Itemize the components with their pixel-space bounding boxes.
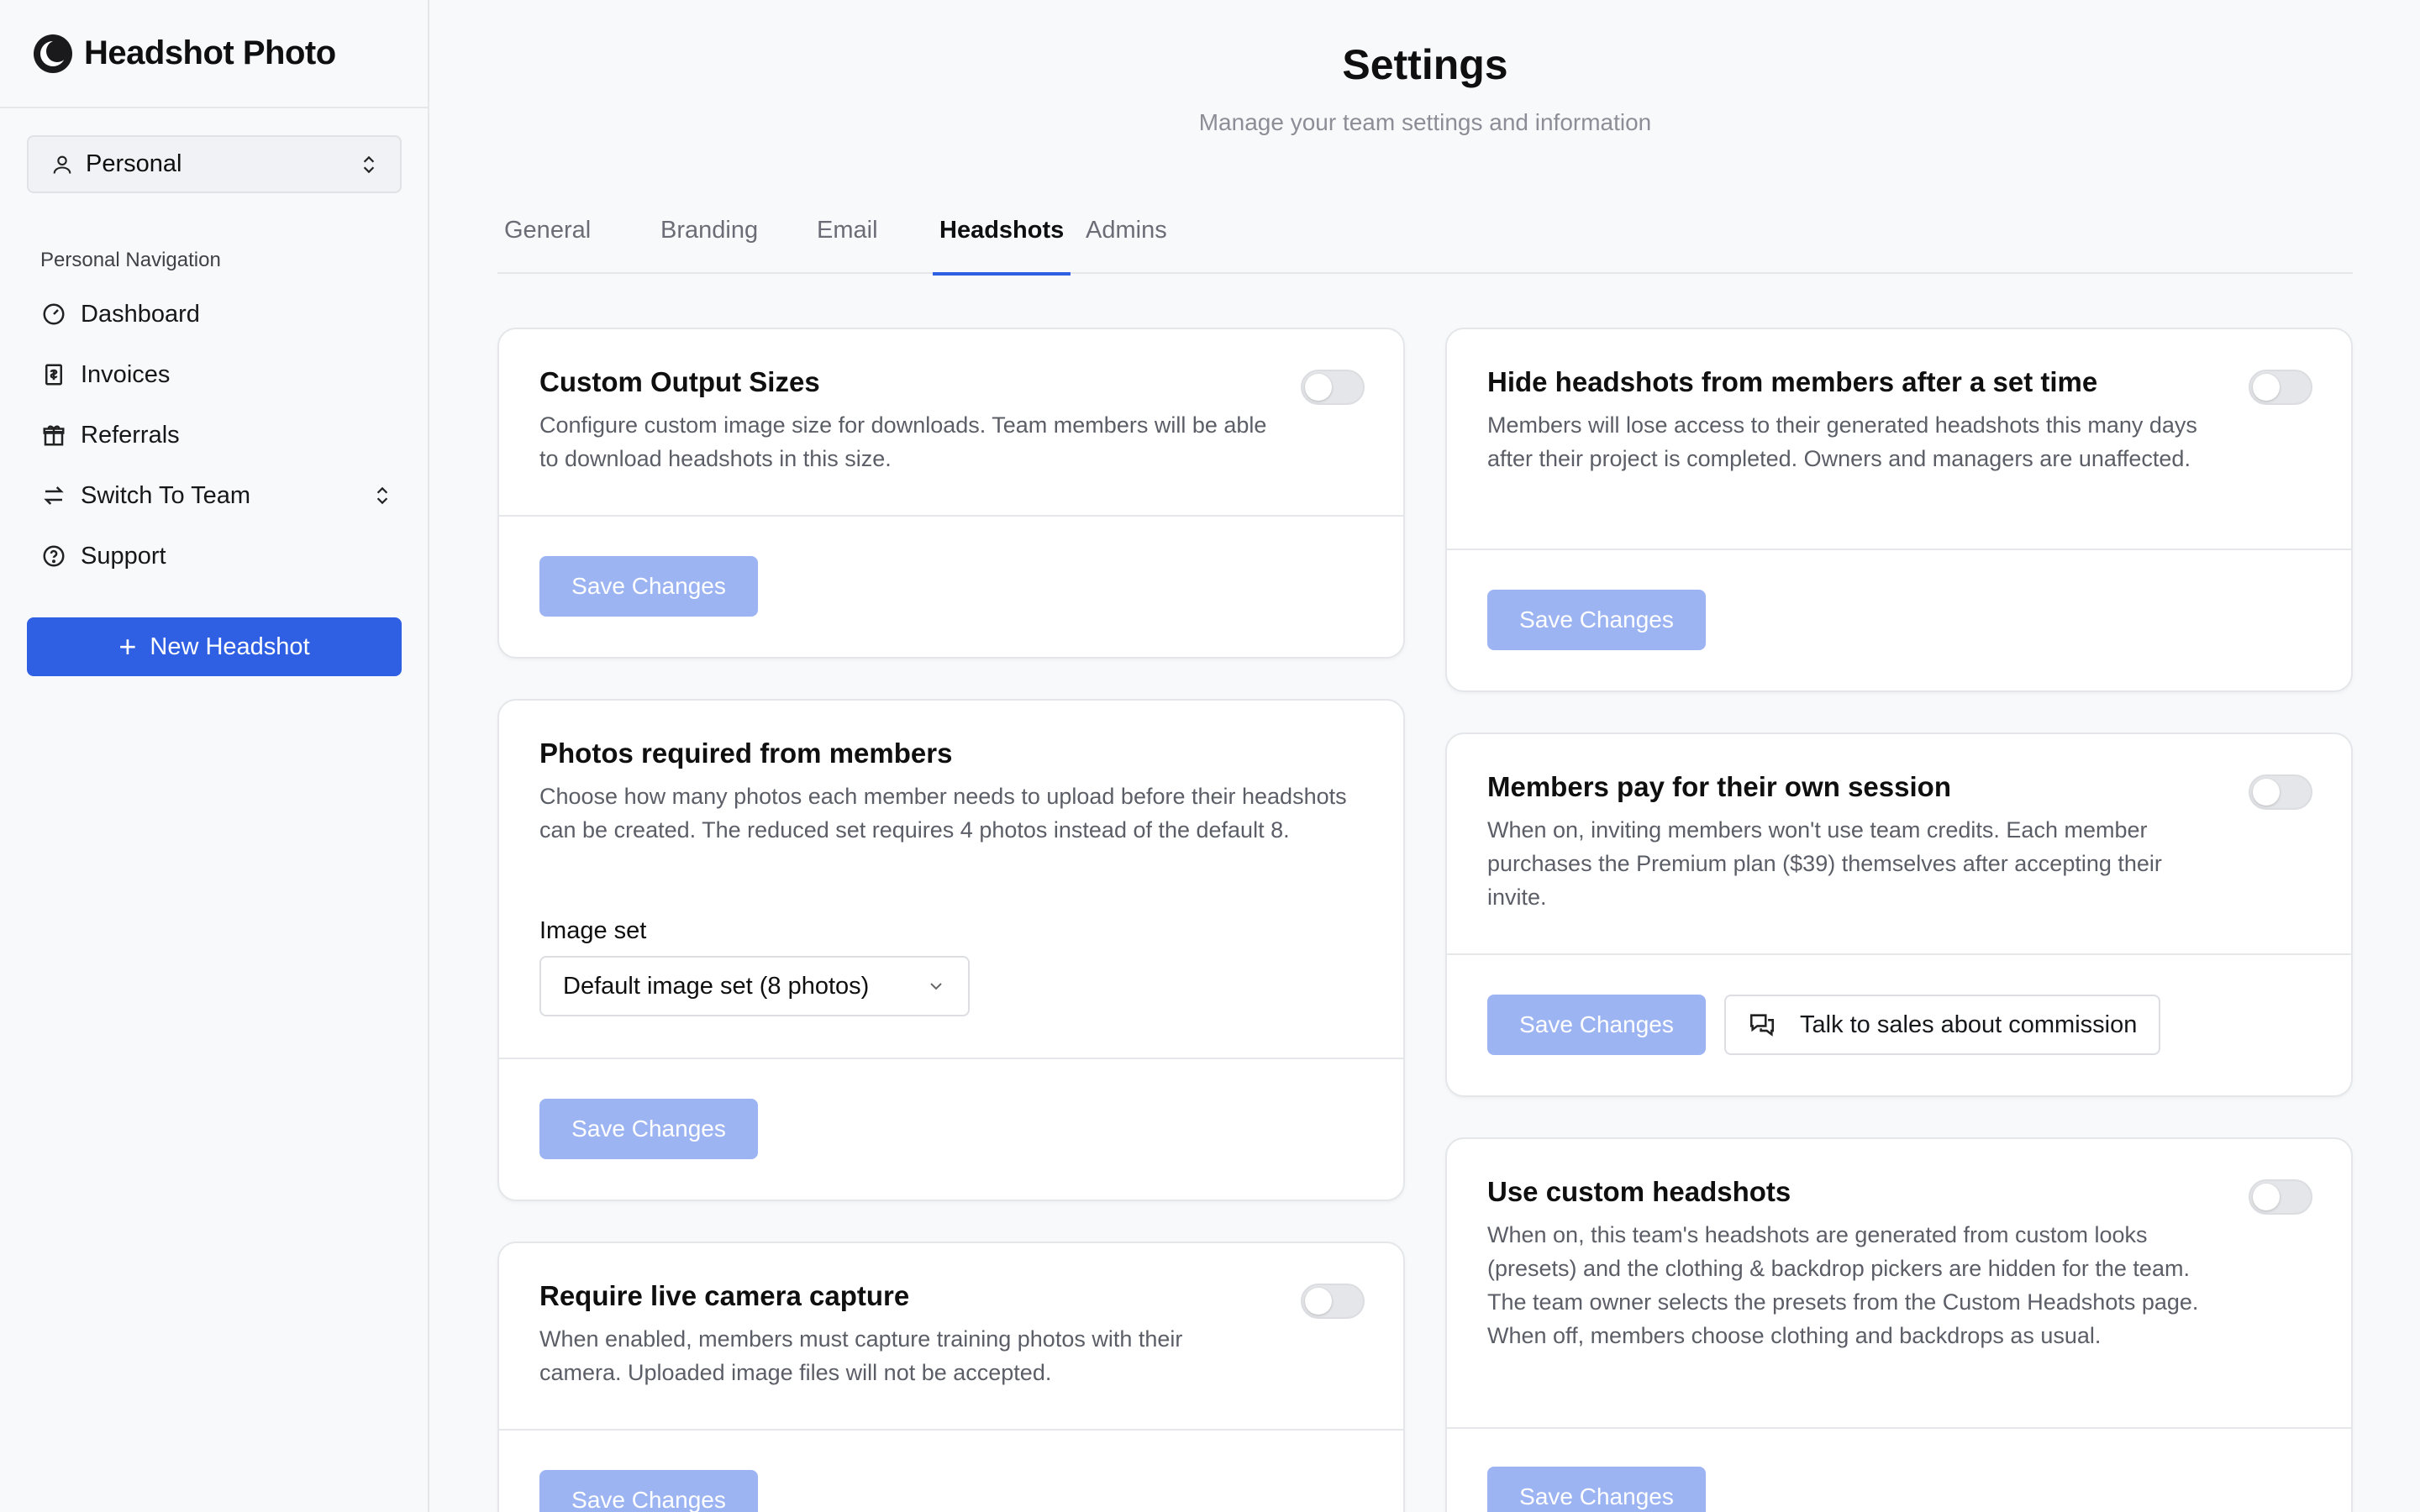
nav-heading: Personal Navigation — [40, 249, 221, 271]
gift-icon — [40, 422, 67, 449]
page-title: Settings — [1342, 41, 1508, 88]
chevron-down-icon — [930, 983, 942, 990]
card-divider — [499, 1058, 1403, 1059]
card-divider — [1447, 549, 2351, 550]
card-title: Photos required from members — [539, 738, 953, 769]
page-subtitle: Manage your team settings and informatio… — [1198, 109, 1652, 135]
plus-icon: + — [118, 629, 137, 664]
custom-output-toggle[interactable] — [1301, 370, 1365, 405]
workspace-label: Personal — [86, 150, 182, 177]
card-title: Use custom headshots — [1487, 1176, 1791, 1207]
card-title: Require live camera capture — [539, 1280, 910, 1311]
save-button[interactable]: Save Changes — [539, 1470, 758, 1512]
main-content: Settings Manage your team settings and i… — [430, 0, 2420, 1512]
talk-to-sales-label: Talk to sales about commission — [1800, 1011, 2138, 1038]
sidebar-item-switch-to-team[interactable]: Switch To Team — [40, 474, 393, 517]
sidebar-item-label: Dashboard — [81, 300, 200, 328]
chevron-up-down-icon — [376, 486, 388, 505]
chevron-up-down-icon — [363, 155, 375, 173]
sidebar-item-label: Invoices — [81, 360, 171, 388]
live-camera-capture-card: Require live camera capture When enabled… — [497, 1242, 1405, 1512]
photos-required-card: Photos required from members Choose how … — [497, 699, 1405, 1201]
image-set-label: Image set — [539, 917, 647, 944]
hide-headshots-toggle[interactable] — [2249, 370, 2312, 405]
card-description: Members will lose access to their genera… — [1487, 412, 2197, 471]
custom-headshots-toggle[interactable] — [2249, 1179, 2312, 1215]
card-description: Choose how many photos each member needs… — [539, 784, 1347, 843]
workspace-selector[interactable]: Personal — [27, 135, 402, 193]
card-description: When on, this team's headshots are gener… — [1487, 1222, 2199, 1348]
save-button[interactable]: Save Changes — [539, 556, 758, 617]
card-divider — [499, 515, 1403, 517]
talk-to-sales-button[interactable]: Talk to sales about commission — [1724, 995, 2161, 1055]
image-set-value: Default image set (8 photos) — [563, 972, 870, 1000]
sidebar-item-referrals[interactable]: Referrals — [40, 413, 393, 457]
tab-headshots[interactable]: Headshots — [933, 217, 1071, 276]
card-divider — [1447, 953, 2351, 955]
card-divider — [499, 1429, 1403, 1431]
receipt-icon — [40, 361, 67, 388]
gauge-icon — [40, 301, 67, 328]
custom-headshots-card: Use custom headshots When on, this team'… — [1445, 1137, 2353, 1512]
members-pay-toggle[interactable] — [2249, 774, 2312, 810]
card-divider — [1447, 1427, 2351, 1429]
tab-general[interactable]: General — [504, 217, 591, 274]
save-button[interactable]: Save Changes — [1487, 1467, 1706, 1512]
save-button[interactable]: Save Changes — [1487, 995, 1706, 1055]
new-headshot-button[interactable]: + New Headshot — [27, 617, 402, 676]
user-icon — [53, 155, 71, 174]
sidebar-item-label: Support — [81, 542, 166, 570]
card-description: When on, inviting members won't use team… — [1487, 817, 2162, 910]
hide-headshots-card: Hide headshots from members after a set … — [1445, 328, 2353, 692]
custom-output-sizes-card: Custom Output Sizes Configure custom ima… — [497, 328, 1405, 659]
settings-tabs: General Branding Email Headshots Admins — [497, 208, 2353, 276]
live-capture-toggle[interactable] — [1301, 1284, 1365, 1319]
logo-icon — [34, 34, 72, 73]
card-title: Hide headshots from members after a set … — [1487, 366, 2098, 397]
members-pay-card: Members pay for their own session When o… — [1445, 732, 2353, 1097]
chat-bubbles-icon — [1748, 1011, 1776, 1039]
app-name: Headshot Photo — [84, 34, 336, 71]
logo[interactable]: Headshot Photo — [0, 0, 428, 108]
help-circle-icon — [40, 543, 67, 570]
sidebar: Headshot Photo Personal Personal Navigat… — [0, 0, 429, 1512]
save-button[interactable]: Save Changes — [539, 1099, 758, 1159]
sidebar-item-label: Switch To Team — [81, 481, 251, 509]
sidebar-item-dashboard[interactable]: Dashboard — [40, 292, 393, 336]
tab-email[interactable]: Email — [817, 217, 878, 274]
image-set-select[interactable]: Default image set (8 photos) — [539, 956, 970, 1016]
sidebar-item-support[interactable]: Support — [40, 534, 393, 578]
sidebar-item-invoices[interactable]: Invoices — [40, 353, 393, 396]
card-description: When enabled, members must capture train… — [539, 1326, 1183, 1385]
card-description: Configure custom image size for download… — [539, 412, 1267, 471]
tab-branding[interactable]: Branding — [660, 217, 758, 274]
tab-admins[interactable]: Admins — [1086, 217, 1167, 274]
new-headshot-label: New Headshot — [150, 633, 310, 660]
card-title: Custom Output Sizes — [539, 366, 820, 397]
sidebar-item-label: Referrals — [81, 421, 180, 449]
arrows-swap-icon — [40, 482, 67, 509]
card-title: Members pay for their own session — [1487, 771, 1951, 802]
save-button[interactable]: Save Changes — [1487, 590, 1706, 650]
